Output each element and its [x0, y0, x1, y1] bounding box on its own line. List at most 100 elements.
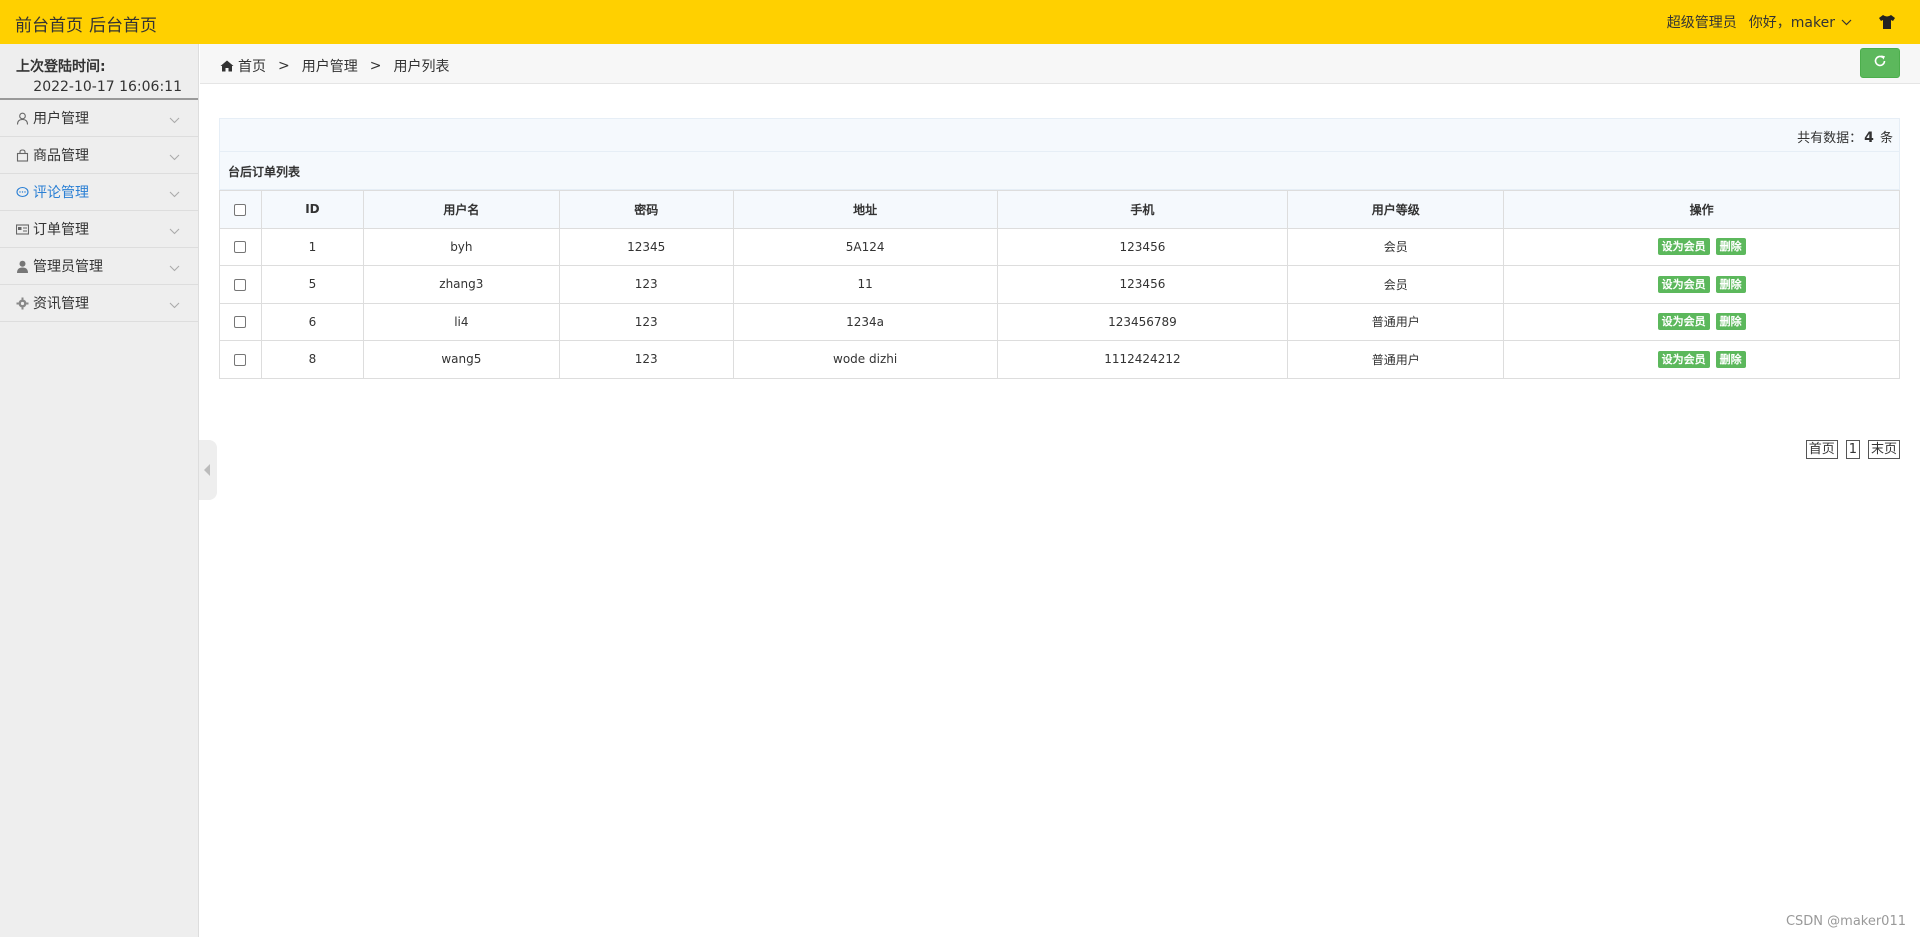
cell-actions: 设为会员 删除	[1503, 302, 1900, 341]
cell-address: 11	[732, 265, 998, 304]
front-home-link[interactable]: 前台首页	[15, 11, 83, 36]
column-header-id: ID	[260, 190, 364, 229]
watermark: CSDN @maker011	[1785, 914, 1906, 929]
sidebar-item-label: 管理员管理	[33, 259, 103, 275]
column-header-username: 用户名	[362, 190, 560, 229]
delete-button[interactable]: 删除	[1715, 313, 1746, 331]
cell-password: 123	[558, 302, 734, 341]
collapse-arrow-icon	[204, 464, 210, 476]
set-member-button[interactable]: 设为会员	[1657, 275, 1710, 293]
cell-level: 会员	[1287, 227, 1505, 266]
admin-user-icon	[16, 260, 29, 273]
total-prefix: 共有数据：	[1797, 131, 1863, 146]
column-header-actions: 操作	[1503, 190, 1900, 229]
back-home-link[interactable]: 后台首页	[89, 11, 157, 36]
row-checkbox[interactable]	[234, 316, 247, 329]
pager-first-button[interactable]: 首页	[1805, 440, 1838, 459]
cell-address: wode dizhi	[732, 340, 998, 379]
row-checkbox[interactable]	[234, 278, 247, 291]
cell-phone: 1112424212	[996, 340, 1289, 379]
cell-actions: 设为会员 删除	[1503, 227, 1900, 266]
sidebar-item-label: 商品管理	[33, 148, 89, 164]
order-card-icon	[15, 223, 30, 236]
table-title: 台后订单列表	[219, 152, 1900, 190]
pagination: 首页 1 末页	[1805, 440, 1900, 459]
sidebar-item-label: 用户管理	[33, 111, 89, 127]
table-row: 6 li4 123 1234a 123456789 普通用户 设为会员 删除	[219, 302, 1900, 341]
select-all-cell	[219, 190, 262, 229]
breadcrumb-user-management[interactable]: 用户管理	[302, 56, 358, 76]
sidebar-item-user-management[interactable]: 用户管理	[0, 100, 198, 137]
last-login-label: 上次登陆时间:	[16, 59, 106, 75]
top-header: 前台首页 后台首页 超级管理员 你好，maker	[0, 0, 1920, 44]
table-row: 8 wang5 123 wode dizhi 1112424212 普通用户 设…	[219, 340, 1900, 379]
pager-page-1[interactable]: 1	[1845, 440, 1860, 459]
delete-button[interactable]: 删除	[1715, 350, 1746, 368]
sidebar-item-label: 资讯管理	[33, 296, 89, 312]
chevron-down-icon	[169, 149, 180, 165]
cell-level: 普通用户	[1287, 340, 1505, 379]
total-bar: 共有数据： 4 条	[219, 118, 1900, 152]
cell-password: 123	[558, 265, 734, 304]
user-outline-icon	[16, 112, 29, 125]
sidebar-item-admin-management[interactable]: 管理员管理	[0, 248, 198, 285]
cell-phone: 123456	[996, 227, 1289, 266]
table-header-row: ID 用户名 密码 地址 手机 用户等级 操作	[219, 190, 1900, 229]
cell-username: byh	[362, 227, 560, 266]
user-greeting: 你好，maker	[1748, 15, 1835, 31]
row-checkbox[interactable]	[234, 353, 247, 366]
column-header-level: 用户等级	[1287, 190, 1505, 229]
cell-id: 5	[260, 265, 364, 304]
cell-level: 会员	[1287, 265, 1505, 304]
cell-id: 1	[260, 227, 364, 266]
sidebar-item-label: 订单管理	[33, 222, 89, 238]
sidebar-item-label: 评论管理	[33, 185, 89, 201]
last-login-time: 2022-10-17 16:06:11	[33, 79, 182, 95]
cell-address: 1234a	[732, 302, 998, 341]
chevron-down-icon	[169, 223, 180, 239]
breadcrumb-home[interactable]: 首页	[238, 56, 266, 76]
row-select-cell	[219, 302, 262, 341]
pager-last-button[interactable]: 末页	[1867, 440, 1900, 459]
cell-actions: 设为会员 删除	[1503, 265, 1900, 304]
user-table: ID 用户名 密码 地址 手机 用户等级 操作 1 byh 12345 5A12…	[219, 190, 1900, 379]
chevron-down-icon	[169, 186, 180, 202]
sidebar-item-product-management[interactable]: 商品管理	[0, 137, 198, 174]
chevron-down-icon	[169, 260, 180, 276]
set-member-button[interactable]: 设为会员	[1657, 350, 1710, 368]
set-member-button[interactable]: 设为会员	[1657, 238, 1710, 256]
cell-username: wang5	[362, 340, 560, 379]
delete-button[interactable]: 删除	[1715, 275, 1746, 293]
cell-id: 8	[260, 340, 364, 379]
home-icon	[220, 60, 234, 72]
sidebar-item-order-management[interactable]: 订单管理	[0, 211, 198, 248]
cell-address: 5A124	[732, 227, 998, 266]
total-suffix: 条	[1879, 131, 1893, 146]
row-select-cell	[219, 340, 262, 379]
set-member-button[interactable]: 设为会员	[1657, 313, 1710, 331]
cell-username: zhang3	[362, 265, 560, 304]
tshirt-icon[interactable]	[1878, 14, 1896, 30]
column-header-password: 密码	[558, 190, 734, 229]
chevron-down-icon	[169, 297, 180, 313]
cell-phone: 123456789	[996, 302, 1289, 341]
select-all-checkbox[interactable]	[234, 203, 247, 216]
sidebar-item-news-management[interactable]: 资讯管理	[0, 285, 198, 322]
cell-id: 6	[260, 302, 364, 341]
chevron-down-icon	[169, 112, 180, 128]
sidebar: 上次登陆时间: 2022-10-17 16:06:11 用户管理 商品管理 评论…	[0, 44, 199, 937]
user-role: 超级管理员	[1666, 15, 1737, 31]
cell-username: li4	[362, 302, 560, 341]
shopping-bag-icon	[16, 148, 29, 162]
delete-button[interactable]: 删除	[1715, 238, 1746, 256]
comment-icon	[16, 186, 29, 199]
sidebar-item-comment-management[interactable]: 评论管理	[0, 174, 198, 211]
row-checkbox[interactable]	[234, 241, 247, 254]
breadcrumb-bar: 首页 > 用户管理 > 用户列表	[200, 44, 1920, 84]
cell-password: 12345	[558, 227, 734, 266]
cell-phone: 123456	[996, 265, 1289, 304]
user-menu[interactable]: 你好，maker	[1749, 12, 1852, 32]
refresh-button[interactable]	[1860, 48, 1900, 78]
breadcrumb: 首页 > 用户管理 > 用户列表	[220, 56, 449, 76]
sidebar-collapse-handle[interactable]	[199, 440, 217, 500]
